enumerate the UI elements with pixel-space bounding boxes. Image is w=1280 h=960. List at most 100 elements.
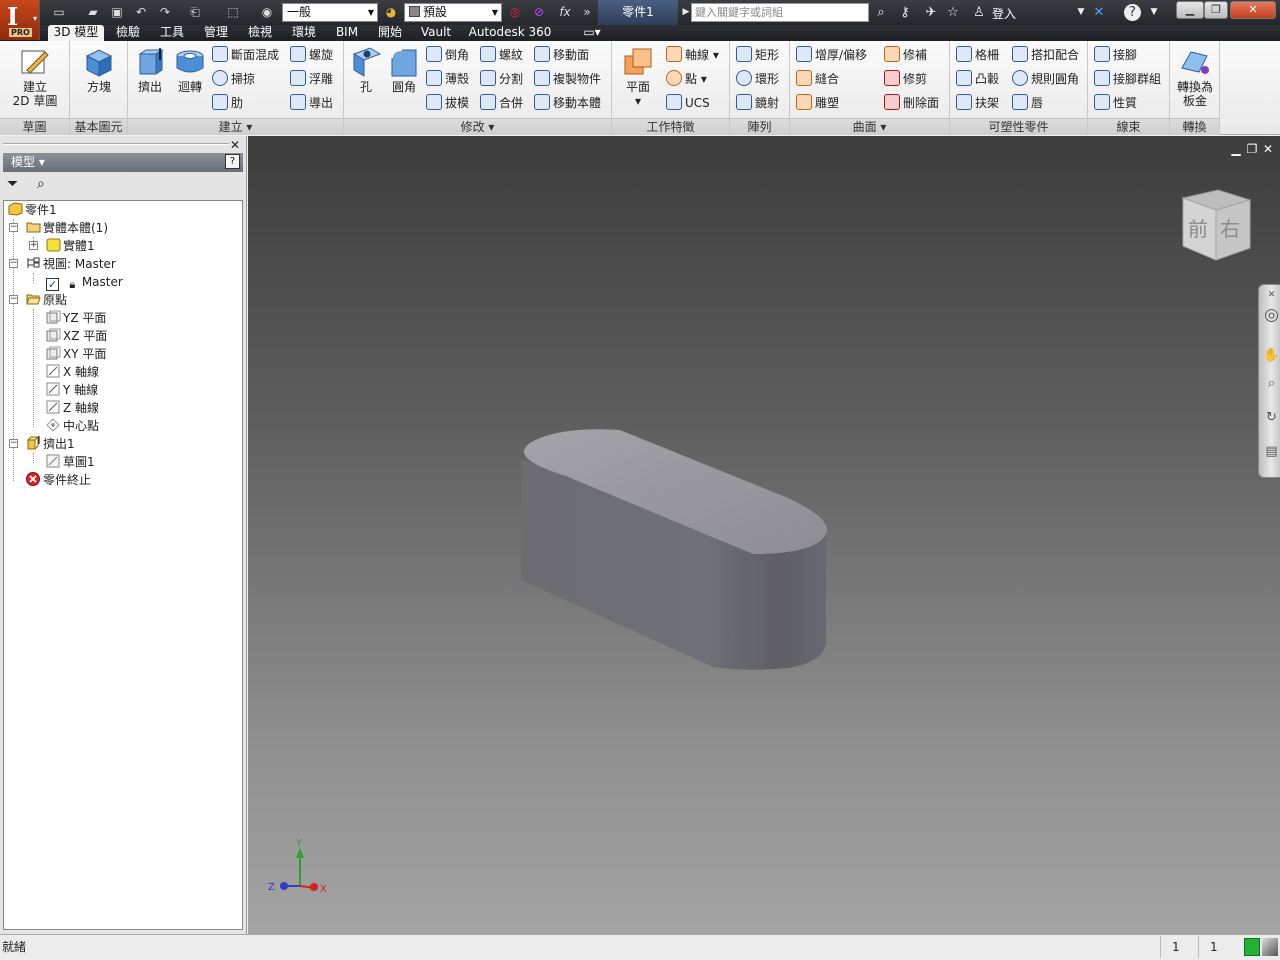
tree-collapse-toggle[interactable]: − [9,439,18,448]
tree-expand-toggle[interactable]: + [29,241,38,250]
tree-node-end-of-part[interactable]: 零件終止 [26,471,91,489]
stitch-button[interactable]: 縫合 [796,69,839,89]
mirror-button[interactable]: 鏡射 [736,93,779,113]
orbit-icon[interactable]: ↻ [1263,409,1280,426]
tab-tools[interactable]: 工具 [154,25,190,41]
plane-button[interactable]: 平面 ▾ [616,43,660,117]
tree-node-y-axis[interactable]: Y 軸線 [46,381,98,399]
checkbox-checked-icon[interactable]: ✓ [46,278,59,291]
thread-button[interactable]: 螺紋 [480,45,523,65]
color-wheel-icon[interactable]: ◕ [382,4,400,21]
tree-node-master[interactable]: ✓ 🔒︎ Master [46,273,123,291]
open-file-icon[interactable]: ▰ [84,4,102,21]
patch-button[interactable]: 修補 [884,45,927,65]
rule-fillet-button[interactable]: 規則圓角 [1012,69,1079,89]
tab-view[interactable]: 檢視 [242,25,278,41]
more-icon[interactable]: » [578,4,596,21]
model-3d-view[interactable] [248,136,1280,934]
viewcube-front-label[interactable]: 前 [1188,217,1208,241]
grill-button[interactable]: 格柵 [956,45,999,65]
chamfer-button[interactable]: 倒角 [426,45,469,65]
key-icon[interactable]: ⚷ [896,4,914,21]
sculpt-button[interactable]: 雕塑 [796,93,839,113]
chevron-down-icon[interactable]: ▼ [1072,4,1090,21]
pan-hand-icon[interactable]: ✋ [1263,347,1280,364]
copy-object-button[interactable]: 複製物件 [534,69,601,89]
help-icon[interactable]: ? [1124,4,1141,21]
tab-environments[interactable]: 環境 [286,25,322,41]
zoom-icon[interactable]: ⌕ [1263,375,1280,392]
document-tab[interactable]: 零件1 [598,0,678,25]
binoculars-icon[interactable]: ⌕ [872,4,890,21]
close-window-button[interactable]: ✕ [1230,1,1276,19]
viewcube[interactable]: 前 右 [1178,188,1258,268]
lace-group-button[interactable]: 接腳群組 [1094,69,1161,89]
properties-button[interactable]: 性質 [1094,93,1137,113]
redo-icon[interactable]: ↷ [156,4,174,21]
revolve-button[interactable]: 迴轉 [170,43,210,117]
save-icon[interactable]: ▣ [108,4,126,21]
tree-node-solid1[interactable]: 實體1 [46,237,95,255]
lace-button[interactable]: 接腳 [1094,45,1137,65]
shell-button[interactable]: 薄殼 [426,69,469,89]
tree-node-origin[interactable]: 原點 [26,291,67,309]
delete-face-button[interactable]: 刪除面 [884,93,939,113]
tab-get-started[interactable]: 開始 [372,25,408,41]
help-icon[interactable]: ? [225,154,240,169]
sweep-button[interactable]: 掃掠 [212,69,255,89]
parameters-fx-button[interactable]: fx [556,4,574,21]
panel-title-modify[interactable]: 修改 ▾ [344,118,611,135]
tree-node-solid-bodies[interactable]: 實體本體(1) [26,219,108,237]
resize-grip[interactable] [1262,938,1278,956]
tab-bim[interactable]: BIM [330,25,364,41]
panel-title-create[interactable]: 建立 ▾ [128,118,343,135]
tree-node-xy-plane[interactable]: XY 平面 [46,345,106,363]
trim-button[interactable]: 修剪 [884,69,927,89]
graphics-viewport[interactable]: ▁ ❐ ✕ 前 右 ✕ ◎ ✋ ⌕ ↻ ▤ Y Z X [248,136,1280,934]
axis-button[interactable]: 軸線 ▾ [666,45,719,65]
tree-node-extrusion1[interactable]: 擠出1 [26,435,75,453]
draft-button[interactable]: 拔模 [426,93,469,113]
tree-node-z-axis[interactable]: Z 軸線 [46,399,99,417]
rectangular-pattern-button[interactable]: 矩形 [736,45,779,65]
derive-button[interactable]: 導出 [290,93,333,113]
tree-node-center-point[interactable]: 中心點 [46,417,99,435]
move-face-button[interactable]: 移動面 [534,45,589,65]
undo-icon[interactable]: ↶ [132,4,150,21]
material-select[interactable]: 一般 ▼ [282,3,378,22]
box-primitive-button[interactable]: 方塊 [79,43,119,117]
split-button[interactable]: 分割 [480,69,523,89]
user-icon[interactable]: ♙ [970,4,988,21]
close-icon[interactable]: ✕ [230,138,240,152]
return-icon[interactable]: ⎗ [186,4,204,21]
boss-button[interactable]: 凸轂 [956,69,999,89]
point-button[interactable]: 點 ▾ [666,69,707,89]
tab-autodesk-360[interactable]: Autodesk 360 [464,25,556,41]
convert-to-sheet-metal-button[interactable]: 轉換為 板金 [1174,43,1216,117]
tree-collapse-toggle[interactable]: − [9,223,18,232]
tree-node-yz-plane[interactable]: YZ 平面 [46,309,106,327]
lip-button[interactable]: 唇 [1012,93,1043,113]
thicken-offset-button[interactable]: 增厚/偏移 [796,45,867,65]
close-icon[interactable]: ✕ [1263,287,1280,304]
exchange-apps-icon[interactable]: ✕ [1090,4,1108,21]
ucs-button[interactable]: UCS [666,93,710,113]
tree-node-x-axis[interactable]: X 軸線 [46,363,99,381]
panel-title-surface[interactable]: 曲面 ▾ [790,118,949,135]
binoculars-icon[interactable]: ⌕ [37,176,45,192]
tree-node-part[interactable]: 零件1 [8,201,57,219]
combine-button[interactable]: 合併 [480,93,523,113]
chevron-down-icon[interactable]: ▼ [1145,4,1163,21]
loft-button[interactable]: 斷面混成 [212,45,279,65]
minimize-window-button[interactable]: ▁ [1176,1,1204,19]
rest-button[interactable]: 扶架 [956,93,999,113]
tab-3d-model[interactable]: 3D 模型 [48,25,104,41]
update-icon[interactable]: ◉ [258,4,276,21]
tree-collapse-toggle[interactable]: − [9,259,18,268]
steering-wheel-icon[interactable]: ◎ [1263,307,1280,324]
adjust-appearance-icon[interactable]: ◎ [506,4,524,21]
browser-grip[interactable] [3,143,229,145]
satellite-icon[interactable]: ✈ [922,4,940,21]
tree-node-xz-plane[interactable]: XZ 平面 [46,327,107,345]
tab-inspect[interactable]: 檢驗 [110,25,146,41]
